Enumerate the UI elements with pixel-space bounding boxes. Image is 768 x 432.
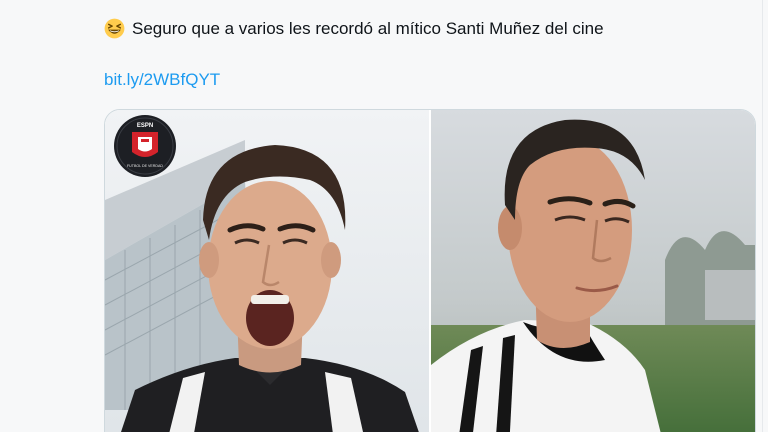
actor-in-black-white-jersey-photo — [431, 110, 755, 432]
media-collage: ESPN FUTBOL DE VERDAD — [105, 110, 755, 432]
tweet-view: Seguro que a varios les recordó al mític… — [0, 0, 768, 432]
grinning-squinting-face-icon — [104, 18, 125, 39]
tweet-body-text: Seguro que a varios les recordó al mític… — [132, 18, 604, 38]
svg-text:FUTBOL DE VERDAD: FUTBOL DE VERDAD — [127, 164, 163, 168]
young-footballer-shouting-photo: ESPN FUTBOL DE VERDAD — [105, 110, 429, 432]
tweet-media-card[interactable]: ESPN FUTBOL DE VERDAD — [104, 109, 756, 432]
tweet-link[interactable]: bit.ly/2WBfQYT — [104, 70, 220, 90]
timeline-divider — [762, 0, 763, 432]
tweet-text-row: Seguro que a varios les recordó al mític… — [104, 18, 604, 39]
espn-futbol-de-verdad-logo-icon: ESPN FUTBOL DE VERDAD — [114, 115, 176, 177]
svg-text:ESPN: ESPN — [137, 123, 153, 129]
